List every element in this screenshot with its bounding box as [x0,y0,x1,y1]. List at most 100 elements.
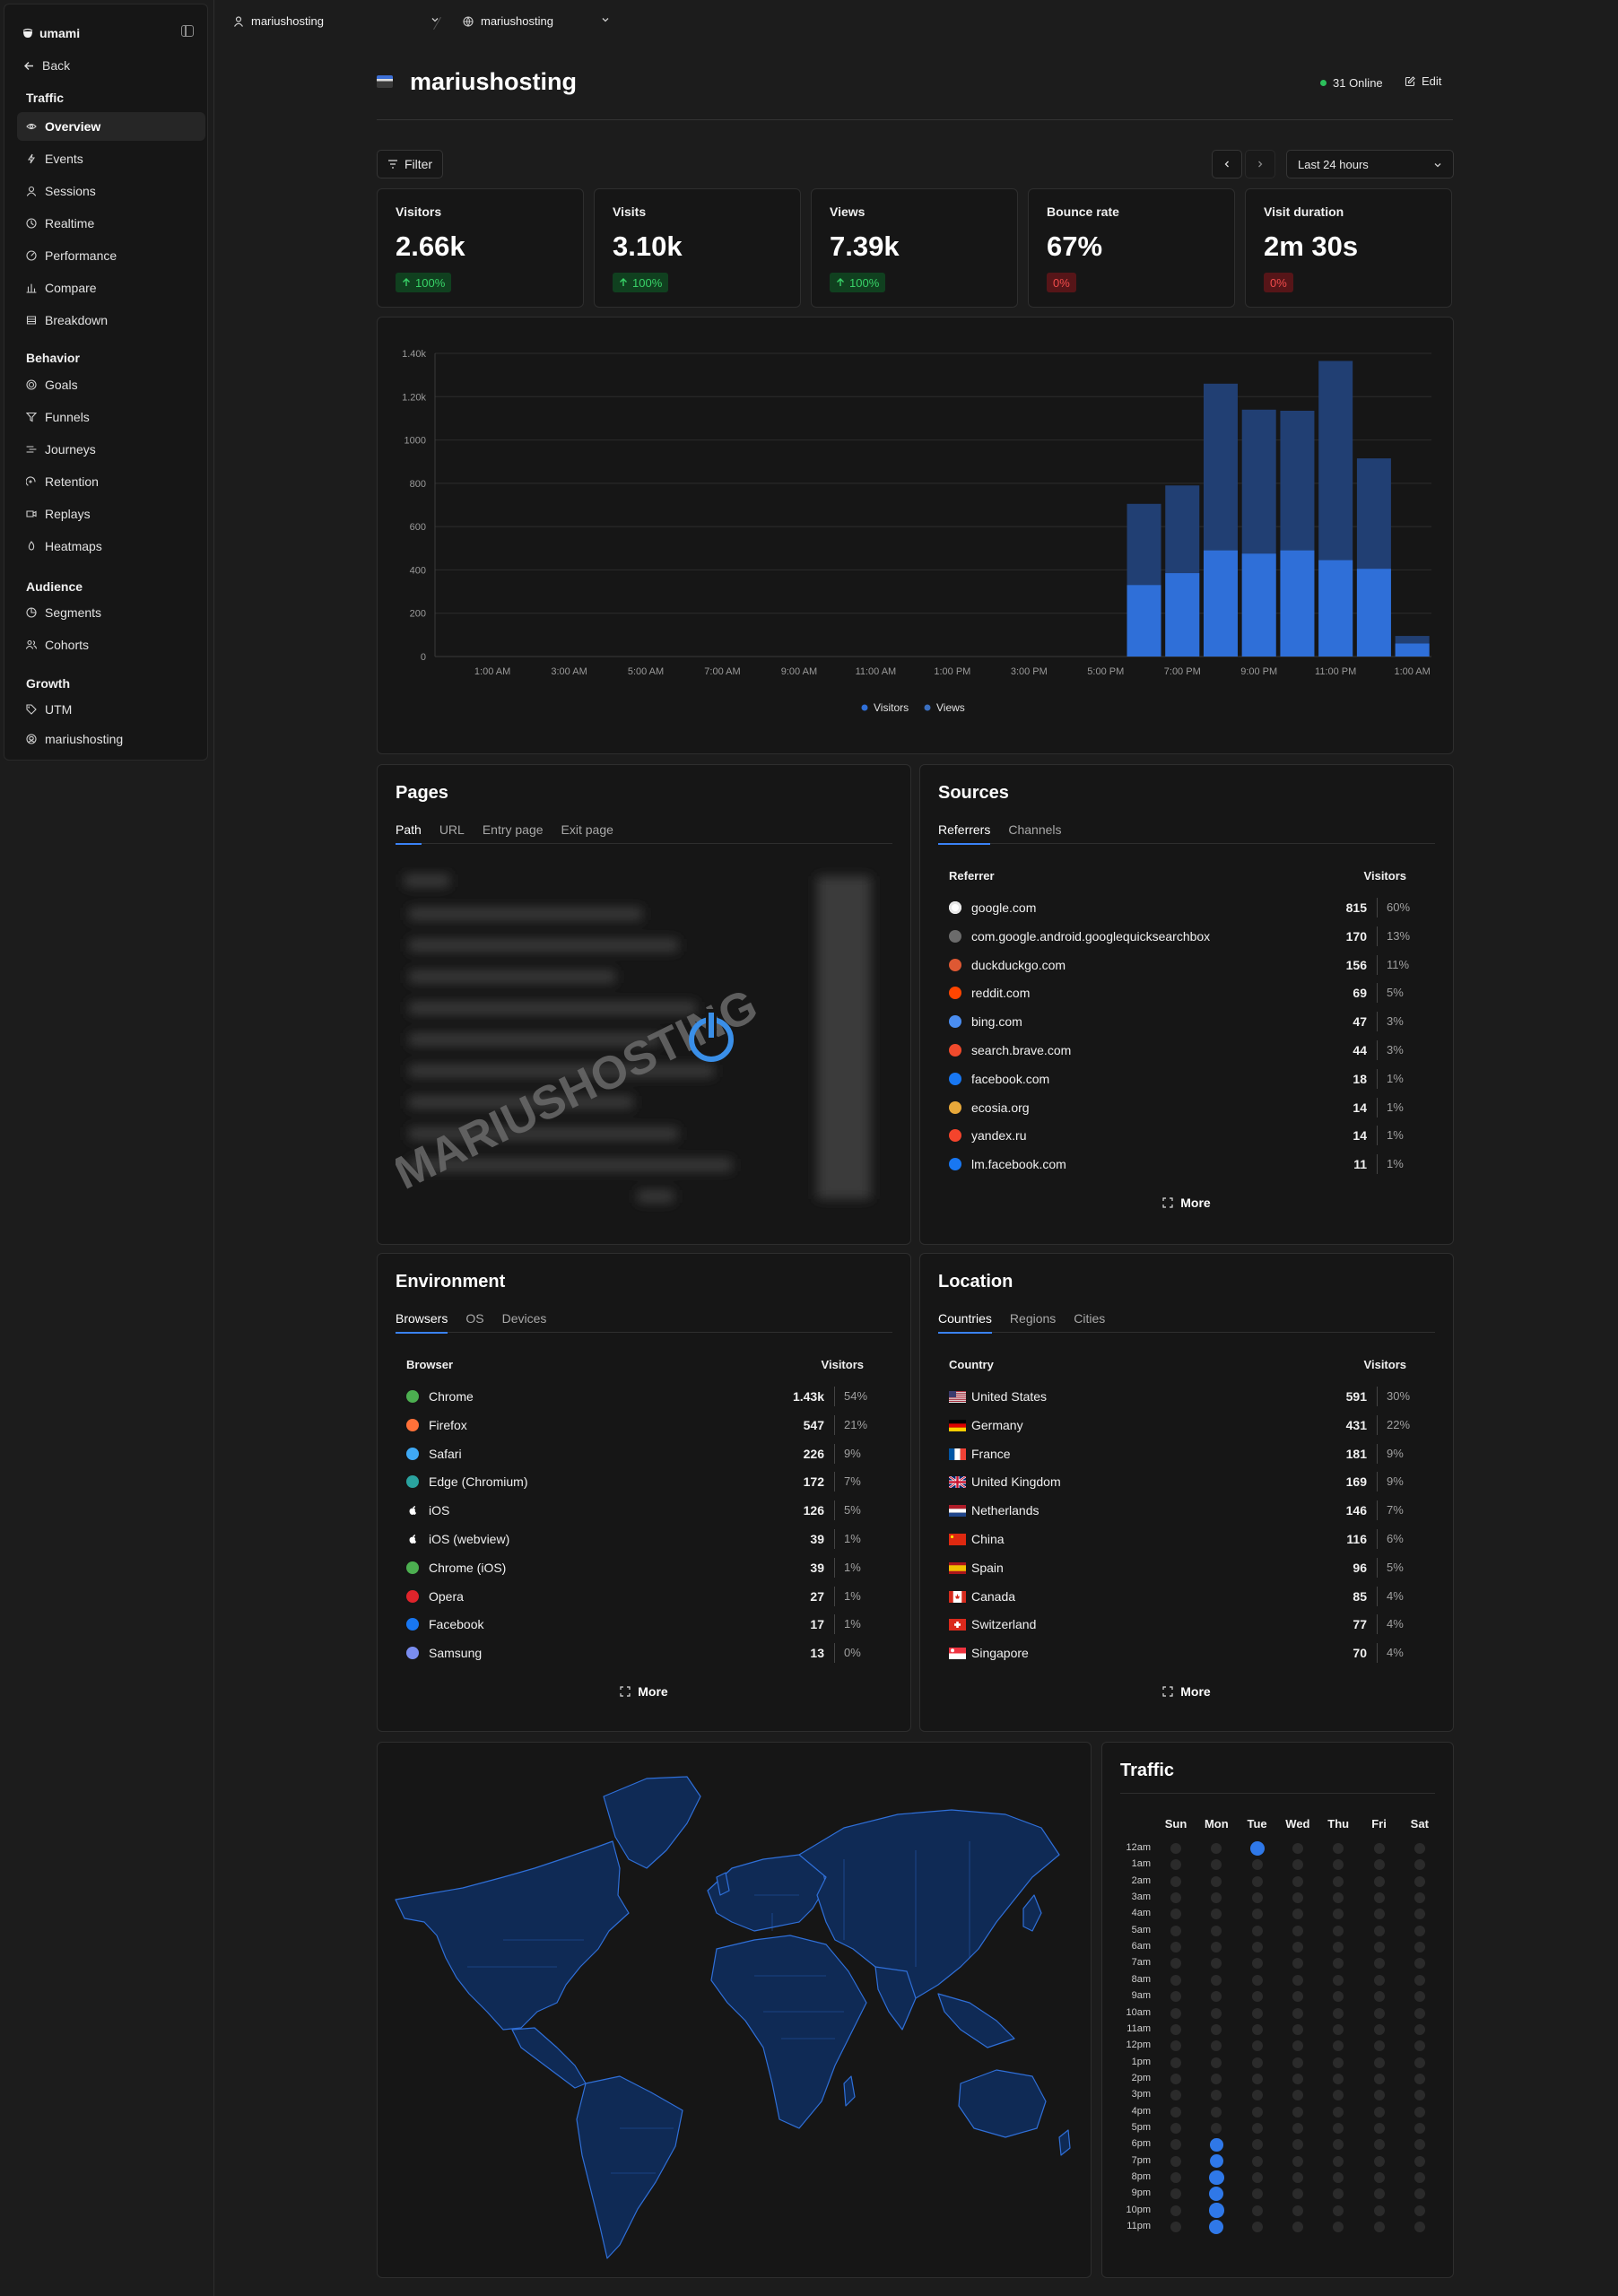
heatmap-cell[interactable] [1292,2090,1303,2101]
heatmap-cell[interactable] [1414,1909,1425,1920]
tab-os[interactable]: OS [465,1311,483,1333]
heatmap-cell[interactable] [1211,2073,1222,2084]
sidebar-item-funnels[interactable]: Funnels [17,403,205,431]
heatmap-cell[interactable] [1333,2122,1344,2134]
environment-more-button[interactable]: More [378,1684,910,1699]
heatmap-cell[interactable] [1211,1942,1222,1953]
heatmap-cell[interactable] [1333,1925,1344,1936]
heatmap-cell[interactable] [1292,1859,1303,1871]
sidebar-item-journeys[interactable]: Journeys [17,435,205,464]
heatmap-cell[interactable] [1292,1925,1303,1936]
heatmap-cell[interactable] [1333,2090,1344,2101]
heatmap-cell[interactable] [1292,2073,1303,2084]
heatmap-cell[interactable] [1333,2007,1344,2019]
list-item[interactable]: Facebook 17 1% [406,1611,882,1639]
heatmap-cell[interactable] [1414,1958,1425,1970]
heatmap-cell[interactable] [1414,1925,1425,1936]
heatmap-cell[interactable] [1251,2205,1263,2216]
heatmap-cell[interactable] [1292,2155,1303,2167]
team-selector[interactable]: mariushosting [233,14,439,28]
heatmap-cell[interactable] [1170,1892,1181,1904]
heatmap-cell[interactable] [1251,2106,1263,2118]
heatmap-cell[interactable] [1414,1843,1425,1854]
list-item[interactable]: Chrome (iOS) 39 1% [406,1554,882,1582]
heatmap-cell[interactable] [1211,2023,1222,2035]
sidebar-item-sessions[interactable]: Sessions [17,177,205,205]
website-selector[interactable]: mariushosting [463,14,615,28]
sidebar-item-overview[interactable]: Overview [17,112,205,141]
sidebar-item-mariushosting[interactable]: mariushosting [17,726,205,752]
heatmap-cell[interactable] [1414,2172,1425,2183]
heatmap-cell[interactable] [1414,2040,1425,2052]
heatmap-cell[interactable] [1414,2188,1425,2200]
heatmap-cell[interactable] [1211,1859,1222,1871]
tab-devices[interactable]: Devices [502,1311,547,1333]
heatmap-cell[interactable] [1251,1974,1263,1986]
heatmap-cell[interactable] [1211,1875,1222,1887]
heatmap-cell[interactable] [1211,1925,1222,1936]
heatmap-cell[interactable] [1414,1974,1425,1986]
sidebar-item-compare[interactable]: Compare [17,274,205,302]
heatmap-cell[interactable] [1333,1875,1344,1887]
list-item[interactable]: Edge (Chromium) 172 7% [406,1468,882,1496]
back-link[interactable]: Back [24,58,70,73]
heatmap-cell[interactable] [1292,2205,1303,2216]
heatmap-cell[interactable] [1373,2188,1385,2200]
heatmap-cell[interactable] [1333,1843,1344,1854]
heatmap-cell[interactable] [1292,1892,1303,1904]
list-item[interactable]: China 116 6% [949,1526,1424,1553]
list-item[interactable]: reddit.com 69 5% [949,979,1424,1007]
heatmap-cell[interactable] [1292,1991,1303,2003]
heatmap-cell[interactable] [1211,2040,1222,2052]
list-item[interactable]: bing.com 47 3% [949,1008,1424,1036]
heatmap-cell[interactable] [1333,2073,1344,2084]
heatmap-cell[interactable] [1373,1875,1385,1887]
heatmap-cell[interactable] [1373,2139,1385,2151]
heatmap-cell[interactable] [1373,2122,1385,2134]
tab-countries[interactable]: Countries [938,1311,992,1334]
list-item[interactable]: Firefox 547 21% [406,1412,882,1439]
heatmap-cell[interactable] [1373,2007,1385,2019]
list-item[interactable]: duckduckgo.com 156 11% [949,952,1424,979]
location-more-button[interactable]: More [920,1684,1453,1699]
heatmap-cell[interactable] [1333,2188,1344,2200]
heatmap-cell[interactable] [1373,2023,1385,2035]
sidebar-item-breakdown[interactable]: Breakdown [17,306,205,335]
heatmap-cell[interactable] [1170,1843,1181,1854]
heatmap-cell[interactable] [1209,2219,1224,2235]
heatmap-cell[interactable] [1292,2007,1303,2019]
heatmap-cell[interactable] [1333,2155,1344,2167]
heatmap-cell[interactable] [1414,1859,1425,1871]
heatmap-cell[interactable] [1170,1991,1181,2003]
prev-range-button[interactable] [1212,150,1242,178]
heatmap-cell[interactable] [1373,1974,1385,1986]
heatmap-cell[interactable] [1251,1859,1263,1871]
heatmap-cell[interactable] [1414,1875,1425,1887]
heatmap-cell[interactable] [1373,1942,1385,1953]
sidebar-item-events[interactable]: Events [17,144,205,173]
sidebar-item-segments[interactable]: Segments [17,598,205,627]
tab-url[interactable]: URL [439,822,465,844]
heatmap-cell[interactable] [1209,2154,1223,2169]
date-range-select[interactable]: Last 24 hours [1286,150,1454,178]
heatmap-cell[interactable] [1170,1925,1181,1936]
heatmap-cell[interactable] [1251,1942,1263,1953]
heatmap-cell[interactable] [1373,2057,1385,2068]
heatmap-cell[interactable] [1333,1991,1344,2003]
list-item[interactable]: Netherlands 146 7% [949,1497,1424,1525]
heatmap-cell[interactable] [1251,2222,1263,2233]
heatmap-cell[interactable] [1414,2073,1425,2084]
heatmap-cell[interactable] [1373,2222,1385,2233]
heatmap-cell[interactable] [1333,2040,1344,2052]
list-item[interactable]: France 181 9% [949,1440,1424,1468]
heatmap-cell[interactable] [1170,1958,1181,1970]
heatmap-cell[interactable] [1170,2155,1181,2167]
heatmap-cell[interactable] [1414,2023,1425,2035]
filter-button[interactable]: Filter [377,150,443,178]
heatmap-cell[interactable] [1170,1974,1181,1986]
heatmap-cell[interactable] [1211,1958,1222,1970]
heatmap-cell[interactable] [1170,1859,1181,1871]
heatmap-cell[interactable] [1333,2222,1344,2233]
tab-path[interactable]: Path [396,822,422,845]
heatmap-cell[interactable] [1170,2188,1181,2200]
